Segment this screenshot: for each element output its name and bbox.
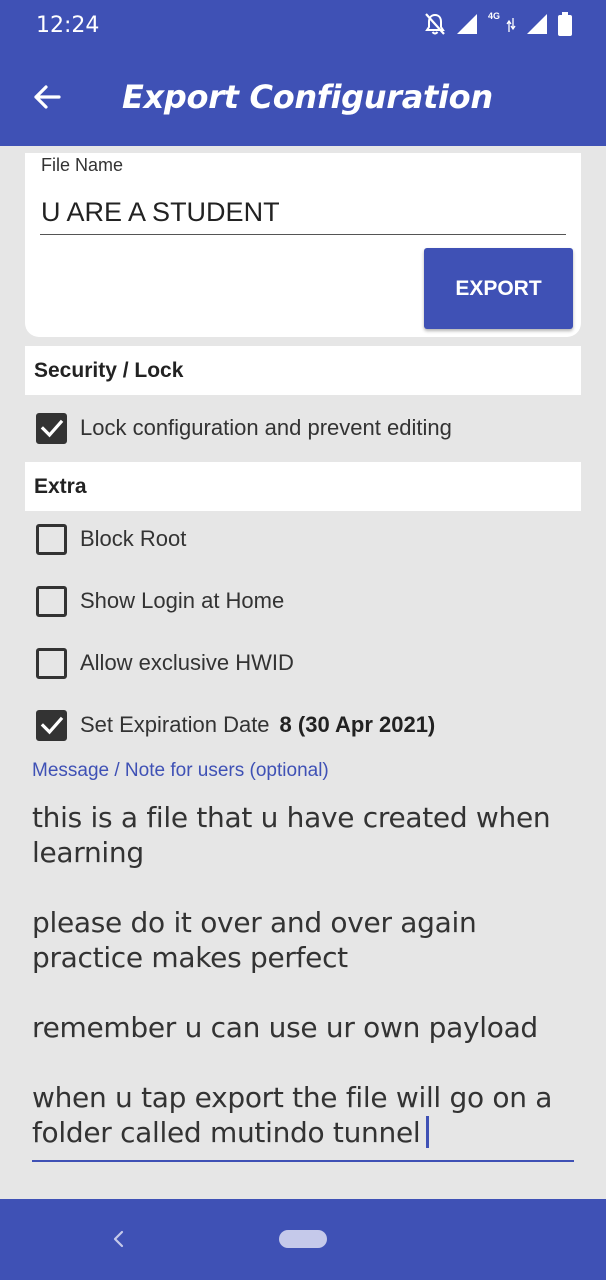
data-arrows-icon <box>506 14 516 34</box>
file-name-label: File Name <box>41 155 124 175</box>
message-line: practice makes perfect <box>32 941 348 974</box>
block-root-checkbox[interactable] <box>36 523 67 555</box>
expiration-date-checkbox[interactable] <box>36 709 67 741</box>
message-line: when u tap export the file will go on a <box>32 1081 553 1114</box>
expiration-date-value: 8 (30 Apr 2021) <box>279 712 436 737</box>
checkbox-row-expiration-date[interactable]: Set Expiration Date 8 (30 Apr 2021) <box>36 709 435 741</box>
network-type-label: 4G <box>487 11 500 21</box>
signal-icon <box>456 13 478 35</box>
checkbox-row-lock-configuration[interactable]: Lock configuration and prevent editing <box>36 412 452 444</box>
status-time: 12:24 <box>36 13 100 38</box>
status-icons: 4G <box>424 11 572 36</box>
message-line-text: folder called mutindo tunnel <box>32 1116 421 1149</box>
lock-configuration-checkbox[interactable] <box>36 412 67 444</box>
message-line <box>32 870 574 905</box>
section-header-security: Security / Lock <box>25 346 581 395</box>
file-name-card: File Name EXPORT <box>25 153 581 337</box>
checkbox-row-block-root[interactable]: Block Root <box>36 523 186 555</box>
message-label: Message / Note for users (optional) <box>32 760 329 781</box>
nav-back-button[interactable] <box>104 1225 132 1253</box>
checkmark-icon <box>40 716 63 735</box>
message-line: please do it over and over again <box>32 906 477 939</box>
nav-home-pill[interactable] <box>279 1230 327 1248</box>
checkmark-icon <box>40 419 63 438</box>
checkbox-row-show-login[interactable]: Show Login at Home <box>36 585 284 617</box>
message-textarea[interactable]: this is a file that u have created when … <box>32 800 574 1162</box>
export-button[interactable]: EXPORT <box>424 248 573 329</box>
message-line: this is a file that u have created when <box>32 801 551 834</box>
allow-hwid-checkbox[interactable] <box>36 647 67 679</box>
message-line <box>32 1045 574 1080</box>
section-header-extra: Extra <box>25 462 581 511</box>
system-nav-bar <box>0 1199 606 1280</box>
message-line: learning <box>32 836 144 869</box>
lock-configuration-label: Lock configuration and prevent editing <box>80 415 452 440</box>
bell-off-icon <box>424 12 446 36</box>
message-line <box>32 975 574 1010</box>
text-cursor <box>426 1116 430 1148</box>
expiration-date-label: Set Expiration Date <box>80 712 270 737</box>
checkbox-row-allow-hwid[interactable]: Allow exclusive HWID <box>36 647 294 679</box>
file-name-input[interactable] <box>40 191 566 235</box>
message-line-last: folder called mutindo tunnel <box>32 1115 574 1150</box>
chevron-left-icon <box>113 1230 124 1248</box>
arrow-left-icon <box>32 82 62 117</box>
app-bar: Export Configuration <box>0 50 606 146</box>
status-bar: 12:24 4G <box>0 0 606 50</box>
battery-icon <box>558 12 572 36</box>
message-line: remember u can use ur own payload <box>32 1011 538 1044</box>
show-login-checkbox[interactable] <box>36 585 67 617</box>
back-button[interactable] <box>24 76 70 122</box>
4g-signal-icon <box>526 13 548 35</box>
show-login-label: Show Login at Home <box>80 588 285 613</box>
block-root-label: Block Root <box>80 526 187 551</box>
page-title: Export Configuration <box>122 78 493 116</box>
allow-hwid-label: Allow exclusive HWID <box>80 650 294 675</box>
